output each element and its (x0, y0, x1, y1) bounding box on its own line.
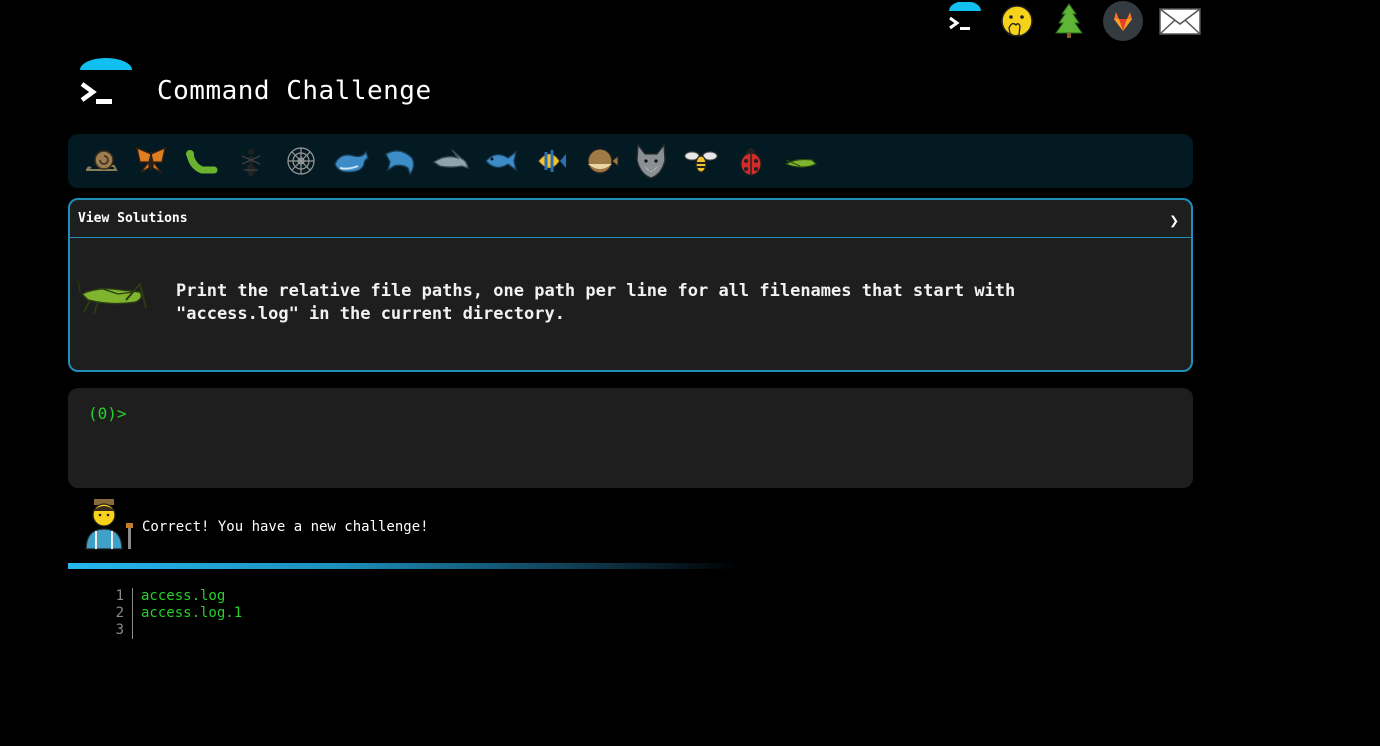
output-row: 1 access.log (110, 588, 242, 605)
gitlab-icon[interactable] (1102, 0, 1144, 42)
wolf-icon[interactable] (626, 139, 676, 183)
terminal-prompt: (0)> (88, 404, 127, 423)
challenge-description-line: "access.log" in the current directory. (176, 304, 565, 324)
challenge-description: Print the relative file paths, one path … (176, 280, 1096, 326)
output-line: access.log (141, 588, 226, 604)
ladybug-icon[interactable] (726, 139, 776, 183)
bug-icon[interactable] (176, 139, 226, 183)
evergreen-tree-icon[interactable] (1050, 2, 1088, 40)
page-title: Command Challenge (157, 76, 432, 106)
fish-icon[interactable] (476, 139, 526, 183)
result-message: Correct! You have a new challenge! (82, 496, 429, 554)
terminal-input[interactable]: (0)> (68, 388, 1193, 488)
snail-icon[interactable] (76, 139, 126, 183)
farmer-icon (82, 497, 136, 553)
progress-bar (68, 563, 738, 569)
envelope-icon[interactable] (1158, 2, 1202, 40)
dolphin-icon[interactable] (376, 139, 426, 183)
cricket-icon[interactable] (776, 139, 826, 183)
output-row: 3 (110, 622, 242, 639)
result-text: Correct! You have a new challenge! (142, 519, 429, 535)
tropical-fish-icon[interactable] (526, 139, 576, 183)
ant-icon[interactable] (226, 139, 276, 183)
challenge-description-line: Print the relative file paths, one path … (176, 281, 1016, 301)
top-icon-bar (946, 0, 1202, 42)
chevron-right-icon: ❯ (1169, 211, 1179, 230)
bee-icon[interactable] (676, 139, 726, 183)
spider-web-icon[interactable] (276, 139, 326, 183)
butterfly-icon[interactable] (126, 139, 176, 183)
terminal-icon[interactable] (946, 2, 984, 40)
view-solutions-toggle[interactable]: View Solutions ❯ (70, 200, 1191, 238)
view-solutions-label: View Solutions (78, 211, 188, 226)
output-row: 2 access.log.1 (110, 605, 242, 622)
cricket-icon (77, 272, 150, 320)
line-number: 1 (110, 588, 133, 605)
challenge-animal-bar (68, 134, 1193, 188)
shark-icon[interactable] (426, 139, 476, 183)
whale-icon[interactable] (326, 139, 376, 183)
challenge-panel: View Solutions ❯ Print the relative file… (68, 198, 1193, 372)
blowfish-icon[interactable] (576, 139, 626, 183)
logo-terminal-icon (78, 58, 134, 110)
command-output: 1 access.log 2 access.log.1 3 (110, 588, 242, 639)
line-number: 2 (110, 605, 133, 622)
output-line: access.log.1 (141, 605, 243, 621)
face-with-hand-over-mouth-icon[interactable] (998, 2, 1036, 40)
line-number: 3 (110, 622, 133, 639)
